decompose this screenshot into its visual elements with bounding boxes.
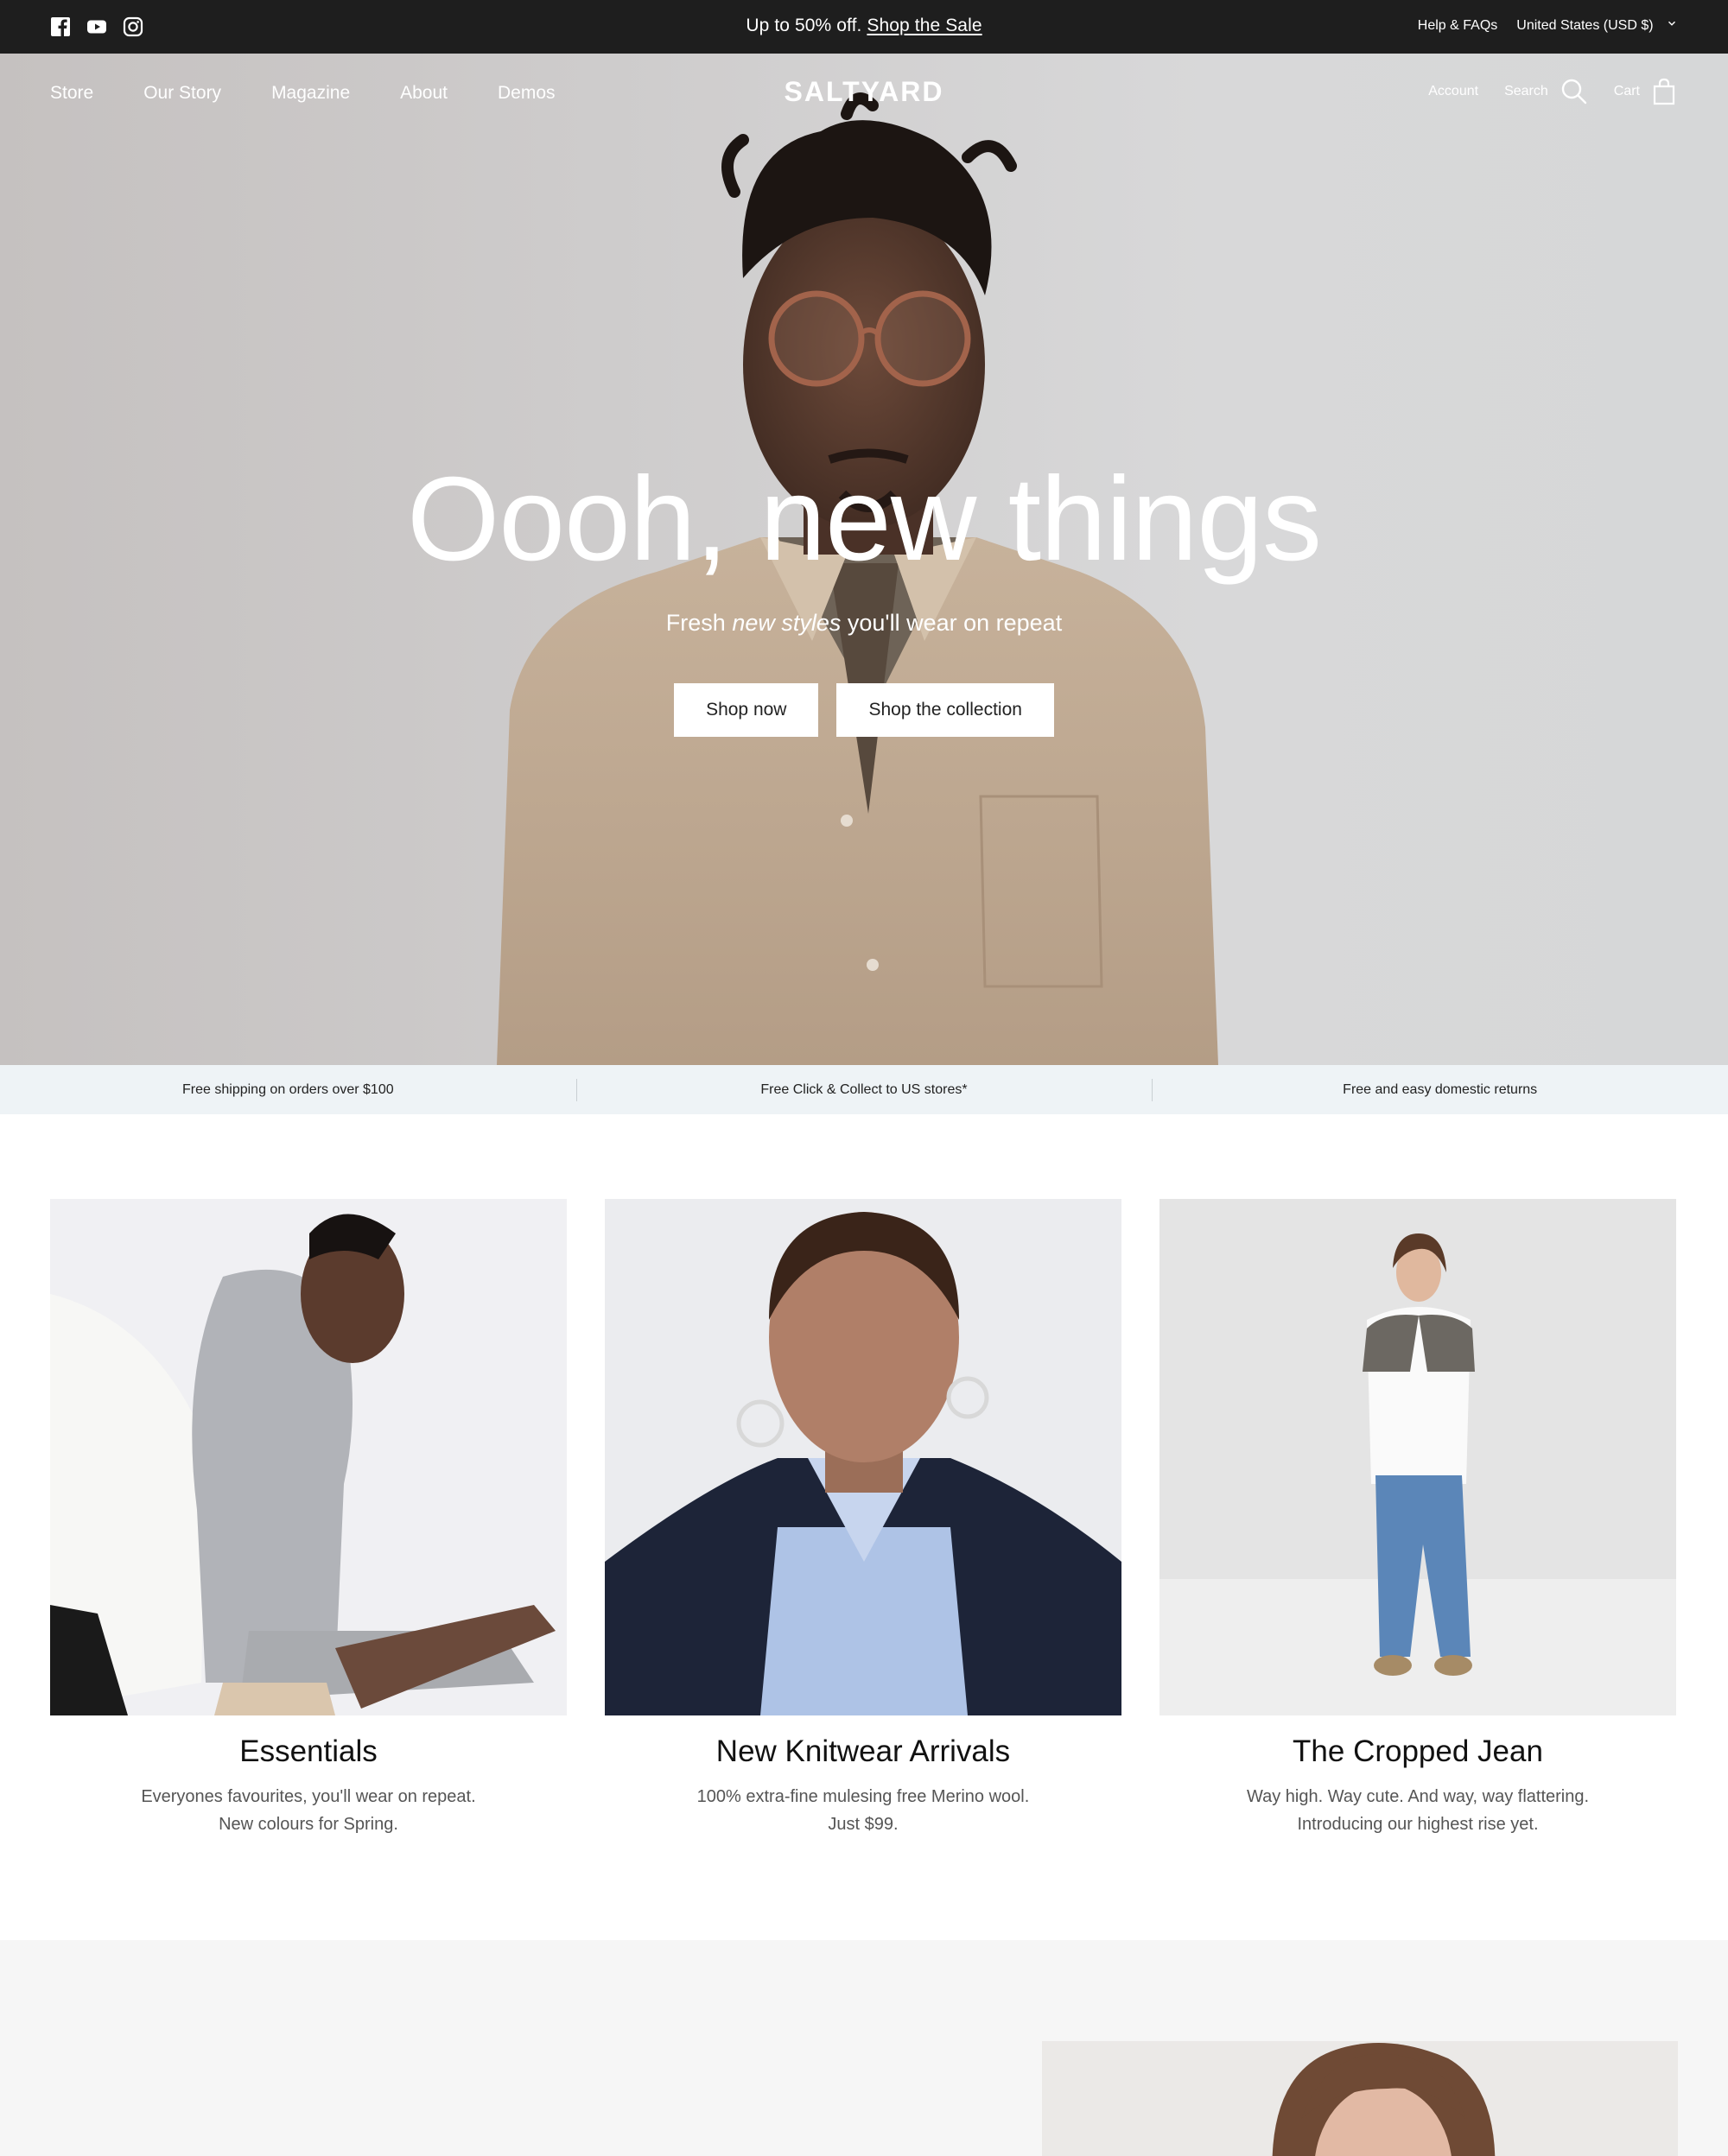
features-strip: Free shipping on orders over $100 Free C…	[0, 1065, 1728, 1114]
featured-photo	[1042, 2041, 1678, 2156]
search-label: Search	[1504, 84, 1548, 98]
collection-description: Way high. Way cute. And way, way flatter…	[1159, 1783, 1676, 1838]
hero-subtitle-end: you'll wear on repeat	[841, 610, 1063, 636]
feature-click-collect: Free Click & Collect to US stores*	[575, 1078, 1153, 1101]
feature-shipping: Free shipping on orders over $100	[182, 1081, 394, 1097]
help-faqs-link[interactable]: Help & FAQs	[1418, 18, 1497, 34]
shopping-bag-icon	[1653, 78, 1675, 105]
shop-now-button[interactable]: Shop now	[674, 683, 819, 737]
feature-returns: Free and easy domestic returns	[1152, 1078, 1728, 1101]
collection-description-line: Way high. Way cute. And way, way flatter…	[1246, 1787, 1590, 1806]
collection-description: 100% extra-fine mulesing free Merino woo…	[605, 1783, 1121, 1838]
account-link[interactable]: Account	[1428, 84, 1478, 99]
collection-title[interactable]: New Knitwear Arrivals	[605, 1734, 1121, 1769]
shop-collection-button[interactable]: Shop the collection	[836, 683, 1054, 737]
collection-grid: Essentials Everyones favourites, you'll …	[50, 1199, 1678, 1838]
utility-links: Help & FAQs United States (USD $)	[1418, 18, 1676, 34]
promo-text: Up to 50% off.	[746, 16, 862, 35]
featured-image[interactable]	[1042, 2041, 1678, 2156]
featured-section	[0, 1940, 1728, 2156]
hero-banner: Store Our Story Magazine About Demos SAL…	[0, 54, 1728, 1065]
collection-description-line: Just $99.	[828, 1815, 899, 1834]
collection-title[interactable]: Essentials	[50, 1734, 567, 1769]
collection-description-line: 100% extra-fine mulesing free Merino woo…	[696, 1787, 1030, 1806]
cart-label: Cart	[1613, 84, 1640, 98]
cart-button[interactable]: Cart	[1614, 78, 1676, 105]
shop-sale-link[interactable]: Shop the Sale	[867, 16, 982, 35]
collection-card-essentials[interactable]: Essentials Everyones favourites, you'll …	[50, 1199, 567, 1838]
collection-card-cropped-jean[interactable]: The Cropped Jean Way high. Way cute. And…	[1159, 1199, 1676, 1838]
search-icon	[1561, 79, 1586, 105]
collection-description: Everyones favourites, you'll wear on rep…	[50, 1783, 567, 1838]
header-actions: Account Search Cart	[1428, 78, 1676, 105]
collection-image[interactable]	[605, 1199, 1121, 1715]
collection-card-knitwear[interactable]: New Knitwear Arrivals 100% extra-fine mu…	[605, 1199, 1121, 1838]
collection-description-line: Introducing our highest rise yet.	[1297, 1815, 1539, 1834]
collection-image[interactable]	[50, 1199, 567, 1715]
hero-actions: Shop now Shop the collection	[0, 683, 1728, 737]
hero-subtitle-emphasis: new styles	[732, 610, 842, 636]
announcement-bar: Up to 50% off. Shop the Sale Help & FAQs…	[0, 0, 1728, 54]
collection-image[interactable]	[1159, 1199, 1676, 1715]
chevron-down-icon	[1668, 21, 1676, 26]
search-button[interactable]: Search	[1504, 78, 1588, 105]
collection-description-line: Everyones favourites, you'll wear on rep…	[141, 1787, 476, 1806]
hero-subtitle-start: Fresh	[665, 610, 733, 636]
collection-title[interactable]: The Cropped Jean	[1159, 1734, 1676, 1769]
knitwear-photo	[605, 1199, 1121, 1715]
region-label: United States (USD $)	[1516, 18, 1654, 33]
essentials-photo	[50, 1199, 567, 1715]
hero-subtitle: Fresh new styles you'll wear on repeat	[0, 610, 1728, 637]
collection-description-line: New colours for Spring.	[219, 1815, 398, 1834]
cropped-jean-photo	[1159, 1199, 1676, 1715]
hero-title: Oooh, new things	[406, 453, 1322, 586]
region-selector[interactable]: United States (USD $)	[1516, 18, 1676, 34]
